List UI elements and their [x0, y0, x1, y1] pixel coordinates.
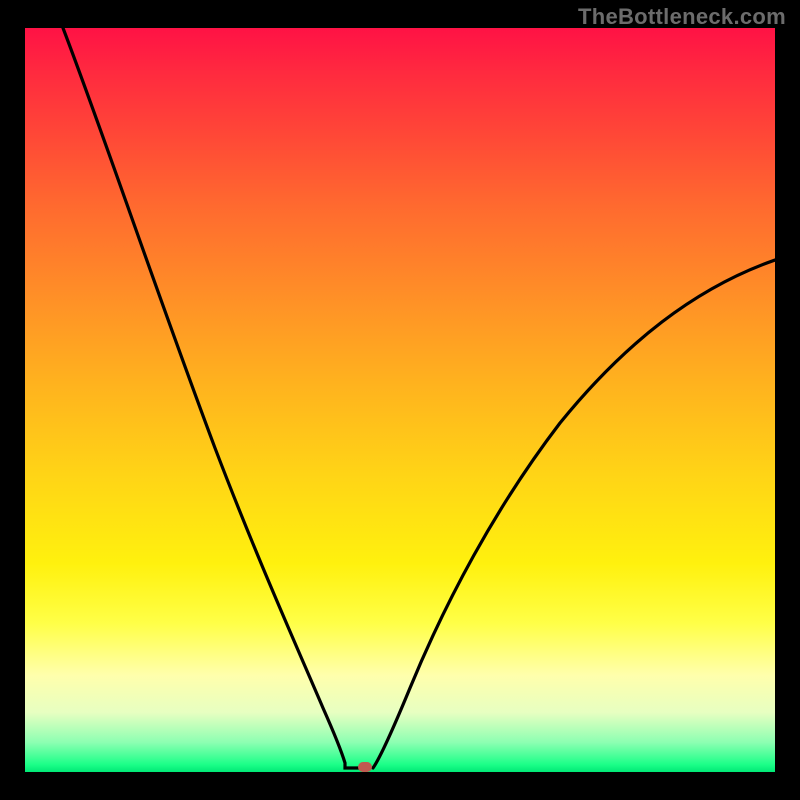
- plot-background-gradient: [25, 28, 775, 772]
- chart-frame: TheBottleneck.com: [0, 0, 800, 800]
- watermark-label: TheBottleneck.com: [578, 4, 786, 30]
